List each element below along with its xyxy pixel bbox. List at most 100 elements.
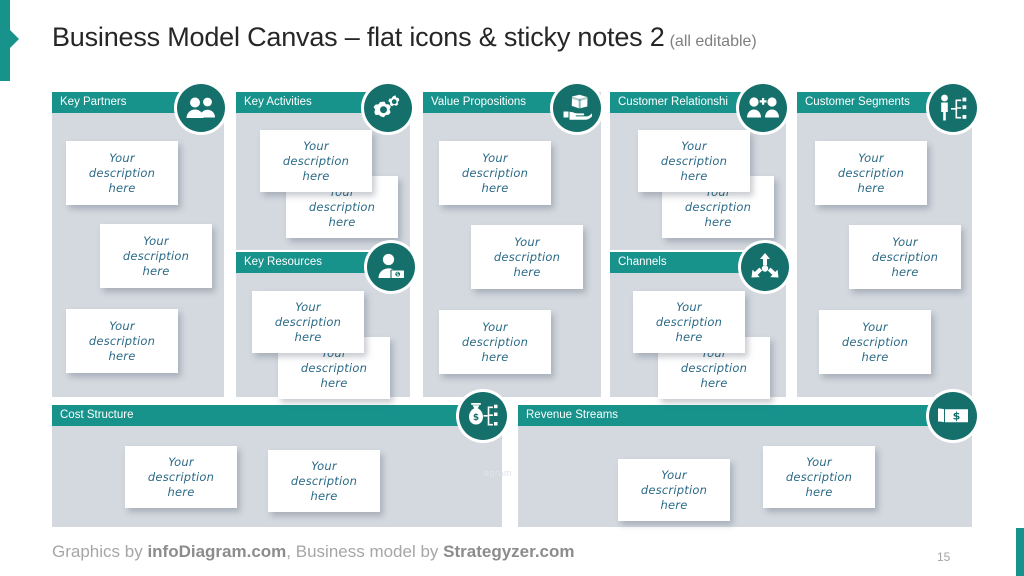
note-line-2: description	[274, 314, 342, 329]
footer-brand-infodiagram: infoDiagram.com	[147, 542, 287, 561]
sticky-note[interactable]: Your description here	[815, 141, 927, 205]
note-line-1: Your	[514, 234, 540, 249]
block-customer-segments[interactable]: Customer Segments Your description here …	[797, 92, 972, 397]
footer-brand-strategyzer: Strategyzer.com	[443, 542, 575, 561]
block-key-partners[interactable]: Key Partners Your description here Your …	[52, 92, 224, 397]
sticky-note[interactable]: Your description here	[125, 446, 237, 508]
note-line-3: here	[167, 484, 195, 499]
page-title: Business Model Canvas – flat icons & sti…	[52, 22, 757, 53]
money-bag-tree-icon: $	[459, 392, 507, 440]
footer-credits: Graphics by infoDiagram.com, Business mo…	[52, 542, 575, 562]
block-header-key-resources: Key Resources	[236, 252, 386, 273]
note-line-1: Your	[482, 150, 508, 165]
block-cost-structure[interactable]: Cost Structure Your description here You…	[52, 405, 502, 527]
block-header-channels: Channels	[610, 252, 762, 273]
note-line-1: Your	[168, 454, 194, 469]
note-line-2: description	[837, 165, 905, 180]
note-line-2: description	[300, 360, 368, 375]
note-line-2: description	[290, 473, 358, 488]
left-arrow-icon	[10, 30, 19, 48]
note-line-1: Your	[862, 319, 888, 334]
gears-icon	[364, 84, 412, 132]
hand-gift-box-icon	[553, 84, 601, 132]
note-line-2: description	[461, 334, 529, 349]
note-line-3: here	[320, 375, 348, 390]
sticky-note[interactable]: Your description here	[849, 225, 961, 289]
note-line-1: Your	[681, 138, 707, 153]
block-body-value-propositions: Your description here Your description h…	[423, 113, 601, 397]
note-line-1: Your	[311, 458, 337, 473]
block-header-revenue-streams: Revenue Streams	[518, 405, 948, 426]
note-line-3: here	[481, 180, 509, 195]
block-revenue-streams[interactable]: Revenue Streams Your description here Yo…	[518, 405, 972, 527]
block-body-key-activities: Your description here Your description h…	[236, 113, 410, 250]
note-line-3: here	[660, 497, 688, 512]
two-people-icon	[177, 84, 225, 132]
sticky-note[interactable]: Your description here	[268, 450, 380, 512]
sticky-note[interactable]: Your description here	[618, 459, 730, 521]
sticky-note[interactable]: Your description here	[66, 309, 178, 373]
arrows-distribution-icon	[741, 243, 789, 291]
note-line-1: Your	[109, 150, 135, 165]
sticky-note[interactable]: Your description here	[471, 225, 583, 289]
note-line-1: Your	[109, 318, 135, 333]
note-line-2: description	[461, 165, 529, 180]
note-line-1: Your	[892, 234, 918, 249]
note-line-1: Your	[482, 319, 508, 334]
sticky-note[interactable]: Your description here	[260, 130, 372, 192]
right-edge-bar	[1016, 528, 1024, 576]
sticky-note[interactable]: Your description here	[633, 291, 745, 353]
sticky-note[interactable]: Your description here	[439, 141, 551, 205]
note-line-2: description	[282, 153, 350, 168]
note-line-1: Your	[143, 233, 169, 248]
note-line-2: description	[871, 249, 939, 264]
sticky-note[interactable]: Your description here	[638, 130, 750, 192]
note-line-3: here	[700, 375, 728, 390]
note-line-2: description	[640, 482, 708, 497]
note-line-3: here	[675, 329, 703, 344]
person-segments-icon	[929, 84, 977, 132]
note-line-3: here	[857, 180, 885, 195]
note-line-3: here	[108, 348, 136, 363]
sticky-note[interactable]: Your description here	[252, 291, 364, 353]
watermark-text: agram	[484, 468, 513, 478]
note-line-2: description	[655, 314, 723, 329]
slide-canvas: Business Model Canvas – flat icons & sti…	[0, 0, 1024, 576]
note-line-2: description	[684, 199, 752, 214]
page-title-main: Business Model Canvas – flat icons & sti…	[52, 22, 665, 52]
footer-part-2: , Business model by	[286, 542, 444, 561]
page-title-sub: (all editable)	[669, 33, 757, 50]
note-line-2: description	[88, 165, 156, 180]
note-line-2: description	[493, 249, 561, 264]
block-body-cost-structure: Your description here Your description h…	[52, 426, 502, 527]
note-line-2: description	[841, 334, 909, 349]
block-value-propositions[interactable]: Value Propositions Your description here…	[423, 92, 601, 397]
sticky-note[interactable]: Your description here	[100, 224, 212, 288]
page-number: 15	[937, 550, 951, 564]
note-line-2: description	[660, 153, 728, 168]
note-line-3: here	[513, 264, 541, 279]
sticky-note[interactable]: Your description here	[763, 446, 875, 508]
left-edge-bar	[0, 0, 10, 81]
note-line-1: Your	[858, 150, 884, 165]
svg-text:$: $	[953, 410, 961, 423]
banknote-dollar-icon: $	[929, 392, 977, 440]
person-money-icon: $	[367, 243, 415, 291]
note-line-3: here	[861, 349, 889, 364]
block-header-customer-segments: Customer Segments	[797, 92, 948, 113]
sticky-note[interactable]: Your description here	[819, 310, 931, 374]
note-line-1: Your	[295, 299, 321, 314]
note-line-2: description	[680, 360, 748, 375]
note-line-3: here	[310, 488, 338, 503]
block-body-key-resources: Your description here Your description h…	[236, 273, 410, 399]
note-line-2: description	[122, 248, 190, 263]
note-line-1: Your	[661, 467, 687, 482]
block-body-key-partners: Your description here Your description h…	[52, 113, 224, 397]
note-line-2: description	[147, 469, 215, 484]
sticky-note[interactable]: Your description here	[66, 141, 178, 205]
block-body-customer-segments: Your description here Your description h…	[797, 113, 972, 397]
block-header-cost-structure: Cost Structure	[52, 405, 478, 426]
note-line-1: Your	[303, 138, 329, 153]
sticky-note[interactable]: Your description here	[439, 310, 551, 374]
note-line-1: Your	[676, 299, 702, 314]
